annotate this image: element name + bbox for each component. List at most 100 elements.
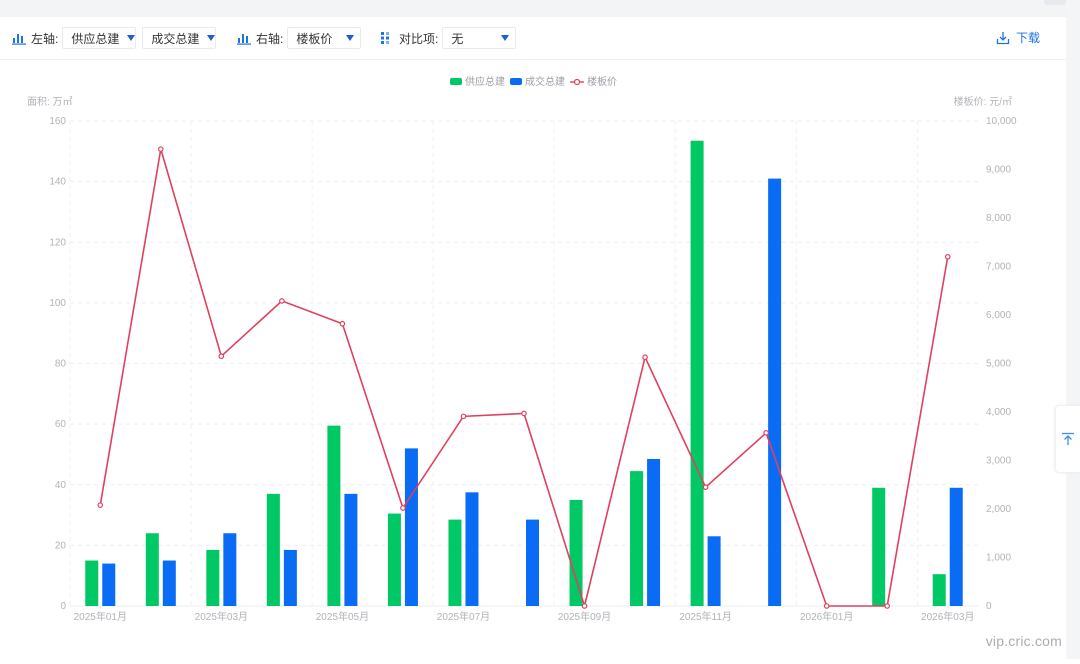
line-point [521, 410, 527, 417]
left-tick-label: 100 [49, 298, 66, 309]
grid-lines [69, 120, 978, 607]
left-tick-label: 40 [55, 480, 67, 491]
bar [344, 493, 358, 606]
left-tick-label: 160 [49, 116, 66, 127]
line-point [581, 603, 588, 609]
right-tick-label: 4,000 [986, 407, 1011, 418]
right-tick-label: 1,000 [986, 553, 1011, 564]
bar [768, 178, 782, 606]
bar-chart-icon [12, 34, 26, 45]
right-tick-label: 2,000 [986, 504, 1011, 515]
bar [526, 519, 539, 606]
x-tick-label: 2025年05月 [316, 610, 369, 623]
right-axis-select[interactable]: 楼板价 [287, 27, 362, 49]
right-tick-label: 9,000 [986, 165, 1011, 176]
bar-chart-icon [237, 34, 251, 45]
bar [223, 533, 237, 606]
line-point [944, 254, 951, 260]
legend-label: 成交总建 [525, 75, 565, 88]
bar [872, 487, 886, 606]
bar [266, 493, 280, 606]
top-strip [0, 0, 1080, 17]
right-tick-label: 0 [986, 601, 992, 612]
line-point [702, 484, 709, 490]
bar [465, 492, 479, 606]
line-point [339, 320, 346, 327]
left-tick-label: 80 [55, 359, 67, 370]
line-point [400, 505, 406, 511]
right-tick-label: 7,000 [986, 262, 1011, 273]
left-axis-select-2[interactable]: 成交总建 [142, 27, 217, 49]
right-axis-title: 楼板价: 元/㎡ [954, 95, 1012, 108]
compare-group: 对比项: 无 [380, 27, 522, 49]
left-tick-label: 140 [49, 177, 66, 188]
combo-chart: 0 20 40 60 80 100 120 140 160 0 1,000 2,000 3,000 4,0… [27, 75, 1017, 623]
download-label: 下载 [1015, 31, 1040, 45]
line-point [642, 354, 648, 360]
bar [162, 560, 176, 606]
line-point [158, 146, 164, 152]
bar [206, 549, 220, 606]
bar [630, 471, 644, 606]
bar [448, 519, 462, 606]
bar [404, 448, 418, 606]
line-point [460, 413, 467, 420]
left-axis-select-1-value: 供应总建 [71, 31, 120, 46]
caret-down-icon [127, 35, 136, 41]
left-axis-select-1[interactable]: 供应总建 [62, 27, 137, 49]
bar [949, 487, 963, 606]
line-point [884, 603, 891, 609]
right-axis-group: 右轴: 楼板价 [237, 27, 367, 49]
line-point [763, 430, 769, 436]
bar [145, 533, 159, 606]
line-point [218, 353, 225, 360]
x-tick-label: 2025年07月 [437, 610, 490, 623]
caret-down-icon [501, 35, 510, 41]
line-point [97, 502, 104, 508]
caret-down-icon [346, 35, 355, 41]
x-tick-label: 2026年01月 [800, 610, 853, 623]
top-tab[interactable] [1044, 0, 1066, 5]
compare-icon [381, 32, 389, 44]
bar [102, 563, 116, 606]
left-tick-label: 0 [60, 601, 66, 612]
x-tick-label: 2025年01月 [74, 610, 127, 623]
watermark: vip.cric.com [985, 633, 1062, 649]
line-point [823, 603, 830, 609]
bar [85, 560, 99, 606]
right-axis-select-value: 楼板价 [296, 31, 333, 46]
legend: 供应总建 成交总建 楼板价 [450, 75, 617, 88]
caret-down-icon [207, 35, 216, 41]
back-to-top-button[interactable] [1055, 405, 1080, 473]
left-axis-select-2-value: 成交总建 [151, 31, 200, 46]
legend-swatch [510, 78, 522, 85]
compare-select[interactable]: 无 [442, 27, 517, 49]
download-button[interactable]: 下载 [996, 29, 1040, 46]
bar [707, 536, 721, 606]
left-axis-group: 左轴: 供应总建 成交总建 [12, 27, 222, 49]
bar [327, 425, 341, 606]
bar [569, 499, 583, 606]
left-axis-label: 左轴: [31, 31, 59, 46]
bar [932, 574, 946, 606]
left-tick-label: 20 [55, 540, 67, 551]
bar-series [85, 140, 963, 606]
bar [690, 140, 704, 606]
compare-label: 对比项: [399, 31, 439, 46]
chart-area: 0 20 40 60 80 100 120 140 160 0 1,000 2,000 3,000 4,0… [0, 60, 1066, 659]
legend-label: 楼板价 [587, 75, 617, 88]
left-axis-title: 面积: 万㎡ [27, 96, 73, 108]
bar [647, 458, 661, 606]
legend-label: 供应总建 [465, 75, 505, 88]
right-side-rail [1066, 0, 1080, 659]
bar [387, 513, 401, 606]
x-tick-label: 2025年03月 [195, 610, 248, 623]
right-tick-label: 3,000 [986, 456, 1011, 467]
chart-toolbar: 左轴: 供应总建 成交总建 右轴: 楼板价 对比项: 无 下载 [0, 17, 1066, 60]
axes: 0 20 40 60 80 100 120 140 160 0 1,000 2,000 3,000 4,0… [27, 95, 1017, 623]
left-tick-label: 120 [49, 237, 66, 248]
right-tick-label: 8,000 [986, 213, 1011, 224]
compare-select-value: 无 [451, 31, 464, 46]
right-tick-label: 10,000 [986, 116, 1017, 127]
legend-swatch [450, 78, 462, 85]
